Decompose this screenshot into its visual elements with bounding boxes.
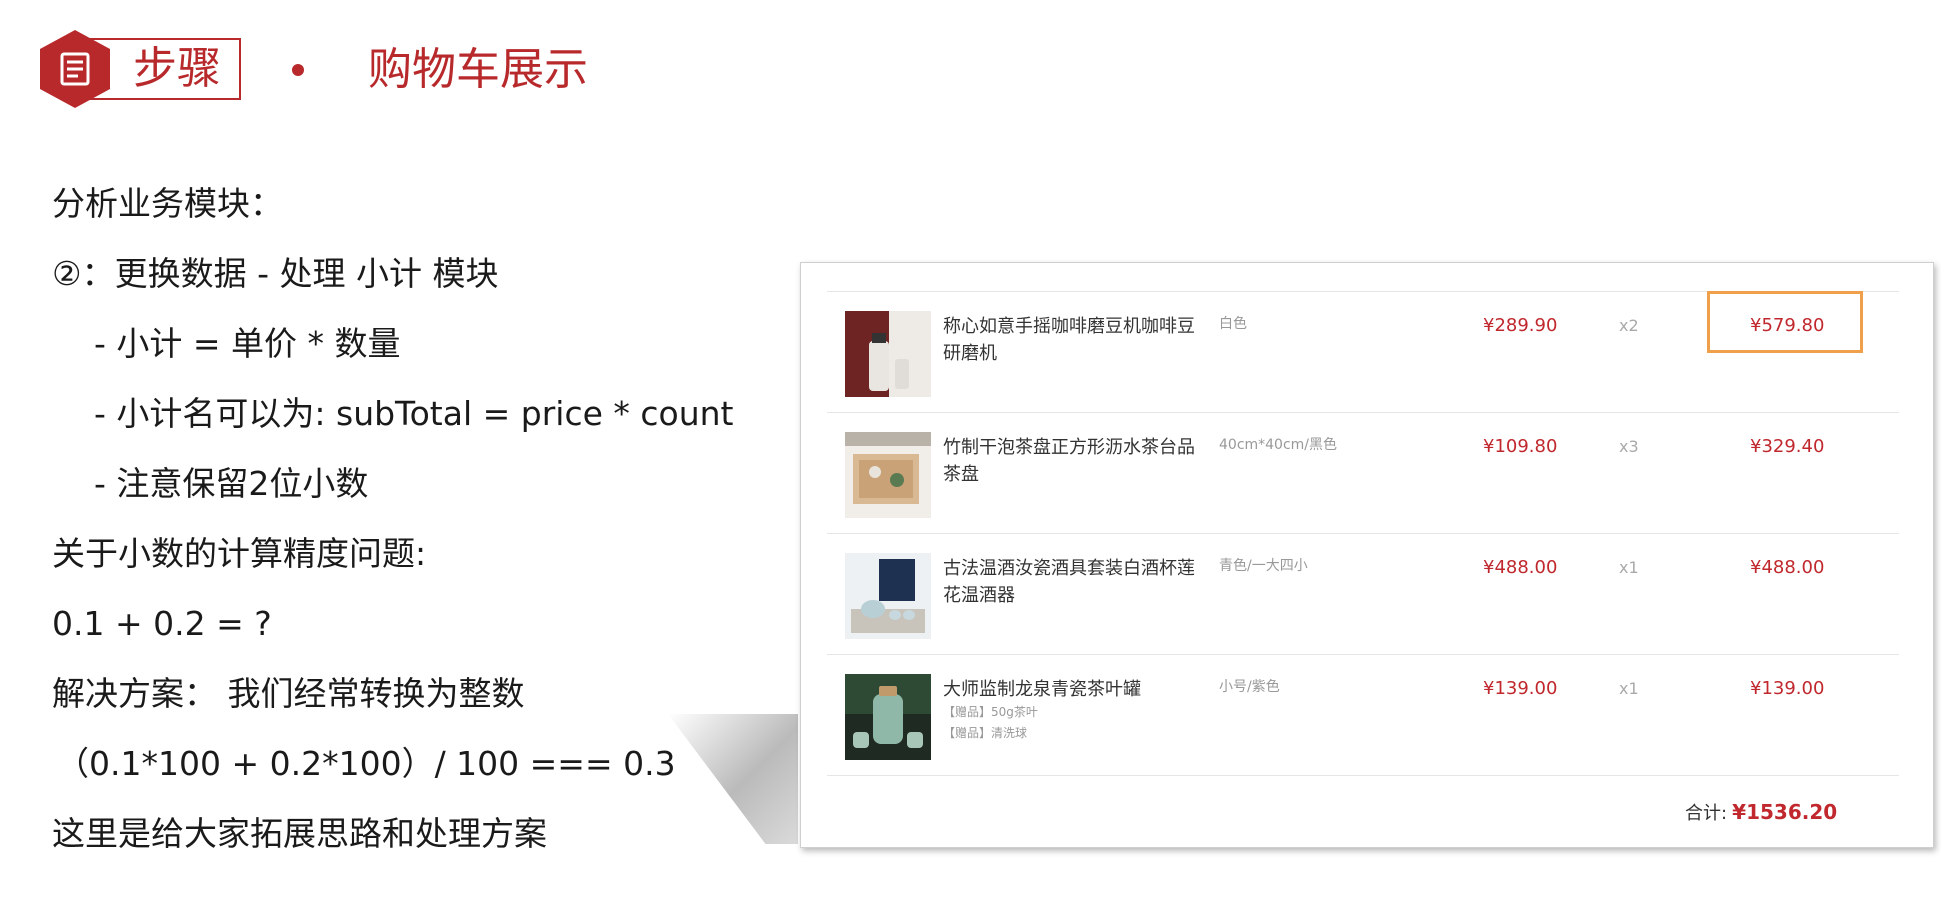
- product-name[interactable]: 大师监制龙泉青瓷茶叶罐: [943, 676, 1208, 703]
- product-spec: 40cm*40cm/黑色: [1219, 437, 1338, 453]
- cart-total: 合计: ¥1536.20: [1685, 799, 1837, 825]
- product-image[interactable]: [845, 311, 931, 397]
- panel-shadow: [668, 714, 798, 844]
- divider: [827, 533, 1899, 534]
- quantity: x2: [1619, 316, 1639, 335]
- step-badge-label: 步骤: [133, 43, 221, 94]
- unit-price: ¥139.00: [1483, 678, 1558, 699]
- gift-line: 【赠品】50g茶叶: [943, 705, 1038, 719]
- divider: [827, 775, 1899, 776]
- quantity: x3: [1619, 437, 1639, 456]
- product-image[interactable]: [845, 432, 931, 518]
- unit-price: ¥488.00: [1483, 557, 1558, 578]
- text-line: 分析业务模块：: [52, 184, 283, 223]
- product-image[interactable]: [845, 674, 931, 760]
- text-line: 这里是给大家拓展思路和处理方案: [52, 814, 547, 853]
- subtotal: ¥139.00: [1750, 678, 1825, 699]
- gift-line: 【赠品】清洗球: [943, 726, 1028, 740]
- text-line: - 小计 = 单价 * 数量: [94, 324, 401, 363]
- text-line: （0.1*100 + 0.2*100）/ 100 === 0.3: [56, 744, 676, 783]
- text-line: - 注意保留2位小数: [94, 464, 369, 503]
- divider: [827, 412, 1899, 413]
- text-line: - 小计名可以为: subTotal = price * count: [94, 394, 734, 433]
- bullet-dot: [292, 64, 304, 76]
- text-line: 解决方案： 我们经常转换为整数: [52, 674, 525, 713]
- subtotal: ¥329.40: [1750, 436, 1825, 457]
- product-spec: 小号/紫色: [1219, 679, 1280, 695]
- cart-panel: 称心如意手摇咖啡磨豆机咖啡豆研磨机 白色 ¥289.90 x2 ¥579.80 …: [800, 262, 1934, 848]
- product-spec: 白色: [1219, 316, 1247, 332]
- page-title: 购物车展示: [368, 44, 588, 95]
- quantity: x1: [1619, 679, 1639, 698]
- unit-price: ¥109.80: [1483, 436, 1558, 457]
- text-line: 0.1 + 0.2 = ?: [52, 604, 272, 643]
- quantity: x1: [1619, 558, 1639, 577]
- cart-row: 古法温酒汝瓷酒具套装白酒杯莲花温酒器 青色/一大四小 ¥488.00 x1 ¥4…: [801, 535, 1933, 655]
- product-name[interactable]: 竹制干泡茶盘正方形沥水茶台品茶盘: [943, 434, 1208, 488]
- subtotal-highlight-box: [1707, 291, 1863, 353]
- total-label: 合计:: [1685, 803, 1728, 824]
- text-line: 关于小数的计算精度问题:: [52, 534, 427, 573]
- subtotal: ¥488.00: [1750, 557, 1825, 578]
- divider: [827, 654, 1899, 655]
- product-image[interactable]: [845, 553, 931, 639]
- unit-price: ¥289.90: [1483, 315, 1558, 336]
- cart-row: 大师监制龙泉青瓷茶叶罐 【赠品】50g茶叶 【赠品】清洗球 小号/紫色 ¥139…: [801, 656, 1933, 776]
- cart-row: 称心如意手摇咖啡磨豆机咖啡豆研磨机 白色 ¥289.90 x2 ¥579.80: [801, 291, 1933, 413]
- product-name[interactable]: 古法温酒汝瓷酒具套装白酒杯莲花温酒器: [943, 555, 1208, 609]
- total-value: ¥1536.20: [1732, 800, 1838, 824]
- product-spec: 青色/一大四小: [1219, 558, 1308, 574]
- document-icon: [40, 30, 110, 108]
- text-line: ②：更换数据 - 处理 小计 模块: [52, 254, 499, 293]
- product-name[interactable]: 称心如意手摇咖啡磨豆机咖啡豆研磨机: [943, 313, 1208, 367]
- cart-row: 竹制干泡茶盘正方形沥水茶台品茶盘 40cm*40cm/黑色 ¥109.80 x3…: [801, 414, 1933, 534]
